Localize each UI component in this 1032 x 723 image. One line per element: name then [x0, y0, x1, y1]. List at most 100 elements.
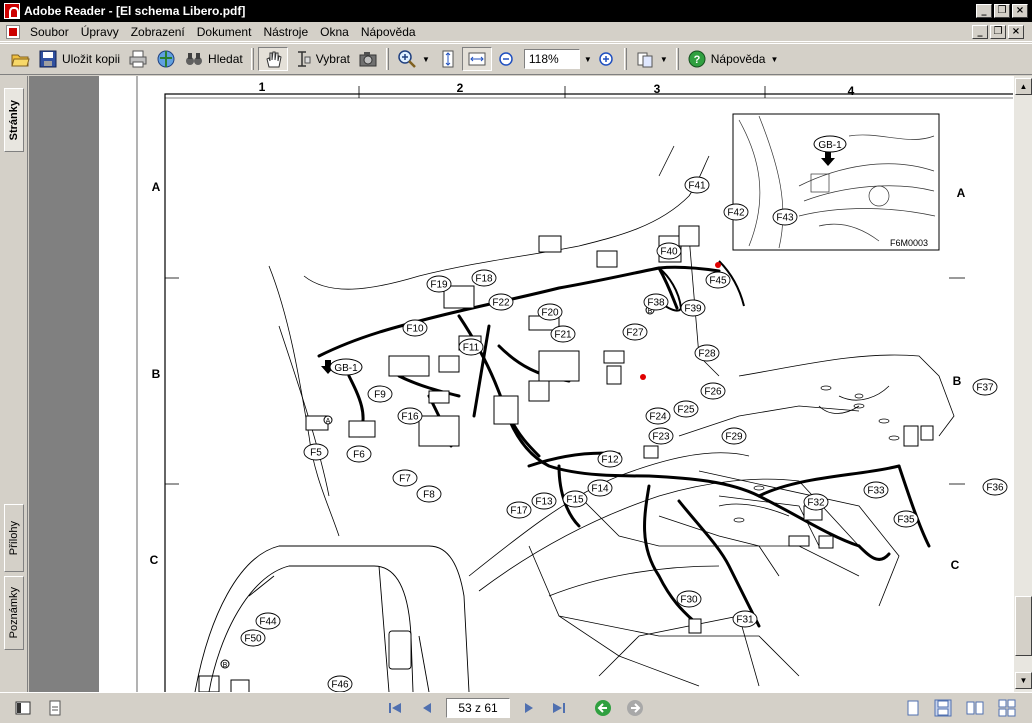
inset-code: F6M0003 [890, 238, 928, 248]
connector-label: F35 [897, 515, 915, 526]
fit-height-button[interactable] [434, 47, 462, 71]
connector-label: F20 [541, 308, 559, 319]
hand-tool-button[interactable] [257, 47, 288, 71]
connector-callout-f28: F28 [694, 344, 720, 362]
page-number-input[interactable]: 53 z 61 [446, 698, 510, 718]
connector-label: F39 [684, 304, 702, 315]
tab-attachments-label: Přílohy [8, 520, 20, 556]
save-copy-button[interactable]: Uložit kopii [34, 47, 124, 71]
minimize-button[interactable]: _ [976, 4, 992, 18]
menu-nastroje[interactable]: Nástroje [257, 25, 314, 39]
connector-label: F50 [244, 634, 262, 645]
go-forward-icon[interactable] [626, 699, 644, 717]
restore-button[interactable]: ❐ [994, 4, 1010, 18]
zoom-level-input[interactable]: 118% [523, 49, 580, 69]
connector-callout-f6: F6 [346, 445, 372, 463]
connector-callout-f24: F24 [645, 407, 671, 425]
vertical-scrollbar[interactable]: ▲ ▼ [1013, 76, 1032, 692]
connector-callout-f32: F32 [803, 493, 829, 511]
connector-label: F27 [626, 328, 644, 339]
facing-pages-icon[interactable] [966, 699, 984, 717]
plus-circle-icon [599, 52, 613, 66]
connector-callout-f19: F19 [426, 275, 452, 293]
zoom-in-button[interactable] [592, 47, 620, 71]
connector-label: F19 [430, 280, 448, 291]
fit-width-button[interactable] [461, 47, 492, 71]
connector-callout-f38: F38 [643, 293, 669, 311]
menu-upravy[interactable]: Úpravy [75, 25, 125, 39]
ground-label: GB-1 [334, 363, 358, 374]
previous-page-icon[interactable] [418, 699, 436, 717]
connector-callout-f8: F8 [416, 485, 442, 503]
continuous-page-icon[interactable] [934, 699, 952, 717]
minus-circle-icon [499, 52, 513, 66]
margin-ticks [136, 76, 166, 692]
zoom-tool-button[interactable]: ▼ [393, 47, 434, 71]
next-page-icon[interactable] [520, 699, 538, 717]
connector-label: F30 [680, 595, 698, 606]
connector-callout-f15: F15 [562, 490, 588, 508]
search-button[interactable]: Hledat [180, 47, 247, 71]
panel-toggle-icon[interactable] [14, 699, 32, 717]
menu-soubor[interactable]: Soubor [24, 25, 75, 39]
menu-napoveda[interactable]: Nápověda [355, 25, 422, 39]
connector-callout-f20: F20 [537, 303, 563, 321]
rotate-button[interactable]: ▼ [631, 47, 672, 71]
tab-comments[interactable]: Poznámky [4, 576, 24, 650]
svg-text:B: B [223, 662, 228, 669]
connector-callout-f41: F41 [684, 176, 710, 194]
connector-label: F44 [259, 617, 277, 628]
open-folder-icon [11, 54, 30, 67]
open-button[interactable] [6, 47, 34, 71]
scroll-thumb[interactable] [1015, 596, 1032, 656]
zoom-out-button[interactable] [492, 47, 520, 71]
document-viewport[interactable]: 1 2 3 4 A B C A B C GB-1 F6M0003 GB-1 A … [29, 76, 1013, 692]
tab-comments-label: Poznámky [8, 587, 20, 639]
connector-callout-f44: F44 [255, 612, 281, 630]
go-back-icon[interactable] [594, 699, 612, 717]
snapshot-button[interactable] [354, 47, 382, 71]
help-button[interactable]: ? Nápověda ▼ [683, 47, 783, 71]
scroll-up-button[interactable]: ▲ [1015, 78, 1032, 95]
pages-rotate-icon [637, 52, 653, 68]
connector-callout-f23: F23 [648, 427, 674, 445]
doc-restore-button[interactable]: ❐ [990, 25, 1006, 39]
doc-minimize-button[interactable]: _ [972, 25, 988, 39]
connector-label: F38 [647, 298, 665, 309]
connector-label: F24 [649, 412, 667, 423]
document-icon[interactable] [6, 24, 20, 39]
connector-callout-f26: F26 [700, 382, 726, 400]
connector-label: F40 [660, 247, 678, 258]
connector-label: F25 [677, 405, 695, 416]
rotate-chevron-down-icon[interactable]: ▼ [660, 55, 668, 64]
tab-attachments[interactable]: Přílohy [4, 504, 24, 572]
continuous-facing-icon[interactable] [998, 699, 1016, 717]
row-b-right: B [953, 374, 962, 388]
page-thumbnail-icon[interactable] [46, 699, 64, 717]
doc-close-button[interactable]: × [1008, 25, 1024, 39]
wiring-diagram: 1 2 3 4 A B C A B C GB-1 F6M0003 GB-1 A … [136, 76, 1013, 692]
print-button[interactable] [124, 47, 152, 71]
connector-callout-f46: F46 [327, 675, 353, 692]
menu-zobrazeni[interactable]: Zobrazení [125, 25, 191, 39]
zoom-dropdown-chevron-icon[interactable]: ▼ [584, 55, 592, 64]
help-chevron-down-icon[interactable]: ▼ [770, 55, 778, 64]
menu-okna[interactable]: Okna [314, 25, 355, 39]
last-page-icon[interactable] [550, 699, 568, 717]
close-button[interactable]: × [1012, 4, 1028, 18]
connector-callout-f45: F45 [705, 271, 731, 289]
menu-dokument[interactable]: Dokument [191, 25, 258, 39]
first-page-icon[interactable] [386, 699, 404, 717]
toolbar: Uložit kopii Hledat Vybrat ▼ 118% ▼ ▼ ? … [0, 43, 1032, 75]
scroll-down-button[interactable]: ▼ [1015, 672, 1032, 689]
select-tool-button[interactable]: Vybrat [288, 47, 354, 71]
fit-width-icon [468, 52, 486, 66]
tab-pages[interactable]: Stránky [4, 88, 24, 152]
tab-pages-label: Stránky [8, 99, 20, 141]
navigation-panel: Stránky Přílohy Poznámky [0, 76, 28, 692]
single-page-icon[interactable] [904, 699, 922, 717]
window-title: Adobe Reader - [El schema Libero.pdf] [24, 4, 246, 18]
email-button[interactable] [152, 47, 180, 71]
connector-label: F12 [601, 455, 619, 466]
chevron-down-icon[interactable]: ▼ [422, 55, 430, 64]
